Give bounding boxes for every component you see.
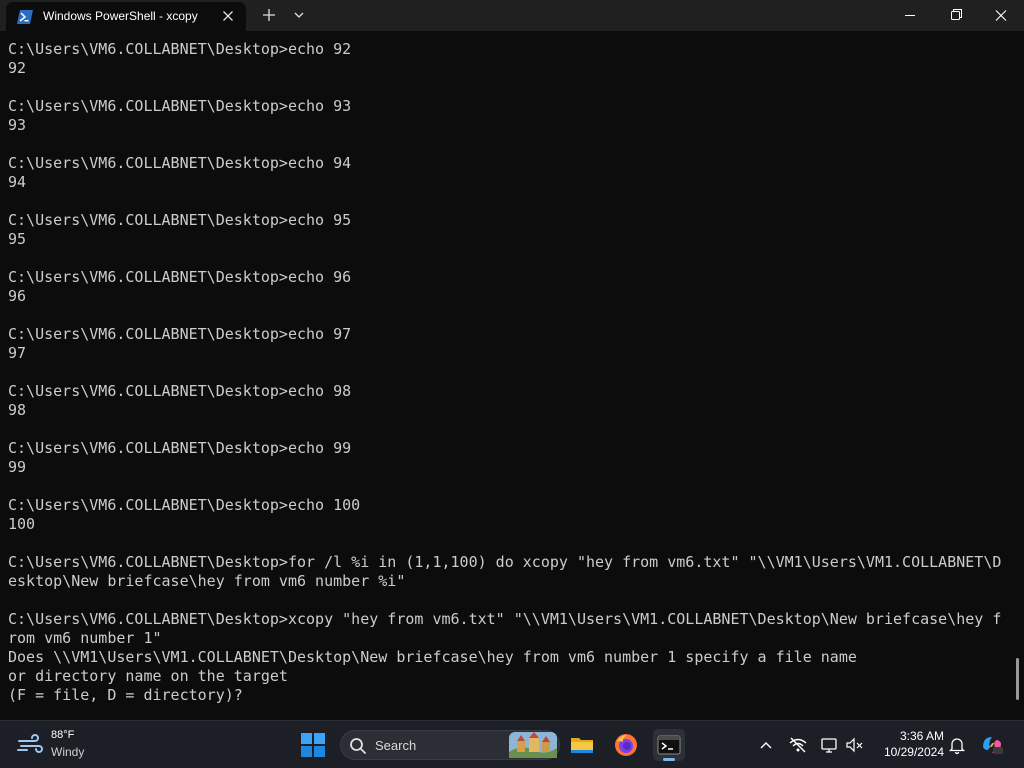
terminal-pane[interactable]: C:\Users\VM6.COLLABNET\Desktop>echo 92 9… — [0, 31, 1024, 720]
terminal-icon[interactable] — [653, 729, 685, 761]
search-icon — [349, 737, 367, 755]
bell-icon[interactable] — [947, 735, 967, 755]
terminal-line: 94 — [8, 173, 27, 191]
terminal-line: C:\Users\VM6.COLLABNET\Desktop>echo 94 — [8, 154, 352, 172]
weather-condition[interactable]: Windy — [51, 745, 84, 759]
terminal-line: C:\Users\VM6.COLLABNET\Desktop>xcopy "he… — [8, 610, 1002, 628]
new-tab-icon[interactable] — [257, 4, 281, 26]
terminal-line: C:\Users\VM6.COLLABNET\Desktop>echo 98 — [8, 382, 352, 400]
terminal-line: 93 — [8, 116, 27, 134]
terminal-line: 98 — [8, 401, 27, 419]
terminal-line: C:\Users\VM6.COLLABNET\Desktop>echo 97 — [8, 325, 352, 343]
terminal-line: 95 — [8, 230, 27, 248]
taskbar: 88°F Windy Search 3:36 AM 10/29/2024 — [0, 720, 1024, 768]
close-window-icon[interactable] — [978, 0, 1024, 31]
search-input[interactable]: Search — [340, 730, 560, 760]
copilot-icon[interactable] — [980, 733, 1004, 757]
chevron-up-icon[interactable] — [756, 735, 776, 755]
terminal-line: Does \\VM1\Users\VM1.COLLABNET\Desktop\N… — [8, 648, 857, 666]
terminal-line: C:\Users\VM6.COLLABNET\Desktop>echo 99 — [8, 439, 352, 457]
terminal-line: 92 — [8, 59, 27, 77]
terminal-line: C:\Users\VM6.COLLABNET\Desktop>echo 92 — [8, 40, 352, 58]
start-icon[interactable] — [300, 732, 326, 758]
file-explorer-icon[interactable] — [566, 729, 598, 761]
terminal-line: or directory name on the target — [8, 667, 288, 685]
terminal-line: C:\Users\VM6.COLLABNET\Desktop>echo 93 — [8, 97, 352, 115]
terminal-line: 99 — [8, 458, 27, 476]
terminal-line: C:\Users\VM6.COLLABNET\Desktop>echo 95 — [8, 211, 352, 229]
firefox-icon[interactable] — [610, 729, 642, 761]
scrollbar-thumb[interactable] — [1016, 658, 1019, 700]
terminal-line: C:\Users\VM6.COLLABNET\Desktop>echo 100 — [8, 496, 361, 514]
terminal-line: C:\Users\VM6.COLLABNET\Desktop>echo 96 — [8, 268, 352, 286]
weather-temperature[interactable]: 88°F — [51, 729, 74, 741]
search-highlight-icon — [509, 732, 557, 758]
clock-time[interactable]: 3:36 AM — [880, 729, 944, 743]
terminal-line: 97 — [8, 344, 27, 362]
terminal-line: 96 — [8, 287, 27, 305]
minimize-icon[interactable] — [887, 0, 933, 31]
tab-title: Windows PowerShell - xcopy — [43, 9, 198, 23]
chevron-down-icon[interactable] — [287, 4, 311, 26]
terminal-line: C:\Users\VM6.COLLABNET\Desktop>for /l %i… — [8, 553, 1002, 571]
powershell-icon — [17, 9, 33, 24]
network-off-icon[interactable] — [788, 735, 808, 755]
terminal-line: 100 — [8, 515, 36, 533]
running-indicator — [663, 758, 675, 761]
maximize-icon[interactable] — [933, 0, 979, 31]
tab-powershell[interactable]: Windows PowerShell - xcopy — [6, 2, 246, 31]
terminal-line: rom vm6 number 1" — [8, 629, 162, 647]
wind-icon[interactable] — [17, 734, 45, 754]
volume-muted-icon[interactable] — [845, 735, 865, 755]
terminal-output: C:\Users\VM6.COLLABNET\Desktop>echo 92 9… — [8, 40, 1001, 705]
clock-date[interactable]: 10/29/2024 — [872, 745, 944, 759]
search-placeholder: Search — [375, 738, 417, 753]
terminal-line: esktop\New briefcase\hey from vm6 number… — [8, 572, 406, 590]
terminal-line: (F = file, D = directory)? — [8, 686, 243, 704]
display-icon[interactable] — [820, 735, 840, 755]
title-bar[interactable]: Windows PowerShell - xcopy — [0, 0, 1024, 31]
close-tab-icon[interactable] — [218, 6, 238, 26]
